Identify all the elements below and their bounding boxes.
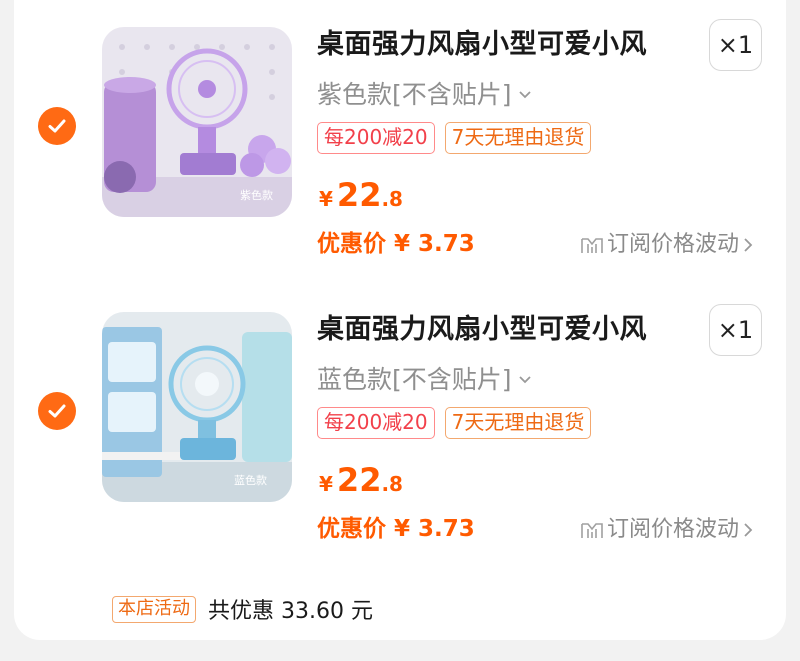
variant-label: 紫色款[不含贴片]	[317, 80, 512, 109]
quantity-button[interactable]: ×1	[709, 19, 762, 71]
item-select-checkbox[interactable]	[38, 392, 76, 430]
chevron-right-icon	[743, 522, 753, 538]
subscribe-price-change-link[interactable]: 订阅价格波动	[580, 513, 753, 547]
store-activity[interactable]: 本店活动 共优惠 33.60 元	[112, 593, 373, 625]
product-image[interactable]: 蓝色款	[102, 312, 292, 502]
discount-price: 优惠价 ¥ 3.73	[317, 231, 475, 257]
product-title[interactable]: 桌面强力风扇小型可爱小风	[317, 25, 697, 65]
price-currency: ¥	[319, 472, 333, 496]
price-decimal: .8	[381, 472, 403, 496]
promo-tags: 每200减20 7天无理由退货	[317, 407, 592, 439]
discount-tag: 每200减20	[317, 407, 435, 439]
variant-selector[interactable]: 紫色款[不含贴片]	[317, 77, 532, 113]
price-decimal: .8	[381, 187, 403, 211]
chevron-down-icon	[518, 375, 532, 385]
discount-tag: 每200减20	[317, 122, 435, 154]
price-chart-icon	[580, 235, 604, 255]
price: ¥ 22 .8	[319, 176, 403, 214]
cart-item: 蓝色款 桌面强力风扇小型可爱小风 ×1 蓝色款[不含贴片] 每200减20 7天…	[14, 285, 786, 565]
cart-store-card: 紫色款 桌面强力风扇小型可爱小风 ×1 紫色款[不含贴片] 每200减20 7天…	[14, 0, 786, 640]
price-currency: ¥	[319, 187, 333, 211]
subscribe-label: 订阅价格波动	[607, 232, 740, 257]
image-caption: 紫色款	[240, 188, 273, 202]
store-activity-tag: 本店活动	[112, 595, 196, 623]
price-chart-icon	[580, 520, 604, 540]
promo-tags: 每200减20 7天无理由退货	[317, 122, 592, 154]
price-integer: 22	[336, 461, 382, 499]
product-image[interactable]: 紫色款	[102, 27, 292, 217]
subscribe-price-change-link[interactable]: 订阅价格波动	[580, 228, 753, 262]
item-select-checkbox[interactable]	[38, 107, 76, 145]
quantity-button[interactable]: ×1	[709, 304, 762, 356]
chevron-right-icon	[743, 237, 753, 253]
return-policy-tag: 7天无理由退货	[444, 407, 592, 439]
checkmark-icon	[48, 404, 66, 418]
price: ¥ 22 .8	[319, 461, 403, 499]
product-title[interactable]: 桌面强力风扇小型可爱小风	[317, 310, 697, 350]
variant-selector[interactable]: 蓝色款[不含贴片]	[317, 362, 532, 398]
checkmark-icon	[48, 119, 66, 133]
cart-item: 紫色款 桌面强力风扇小型可爱小风 ×1 紫色款[不含贴片] 每200减20 7天…	[14, 0, 786, 280]
store-activity-text: 共优惠 33.60 元	[208, 599, 373, 624]
return-policy-tag: 7天无理由退货	[444, 122, 592, 154]
variant-label: 蓝色款[不含贴片]	[317, 365, 512, 394]
image-caption: 蓝色款	[234, 473, 267, 487]
subscribe-label: 订阅价格波动	[607, 517, 740, 542]
discount-price: 优惠价 ¥ 3.73	[317, 516, 475, 542]
chevron-down-icon	[518, 90, 532, 100]
price-integer: 22	[336, 176, 382, 214]
